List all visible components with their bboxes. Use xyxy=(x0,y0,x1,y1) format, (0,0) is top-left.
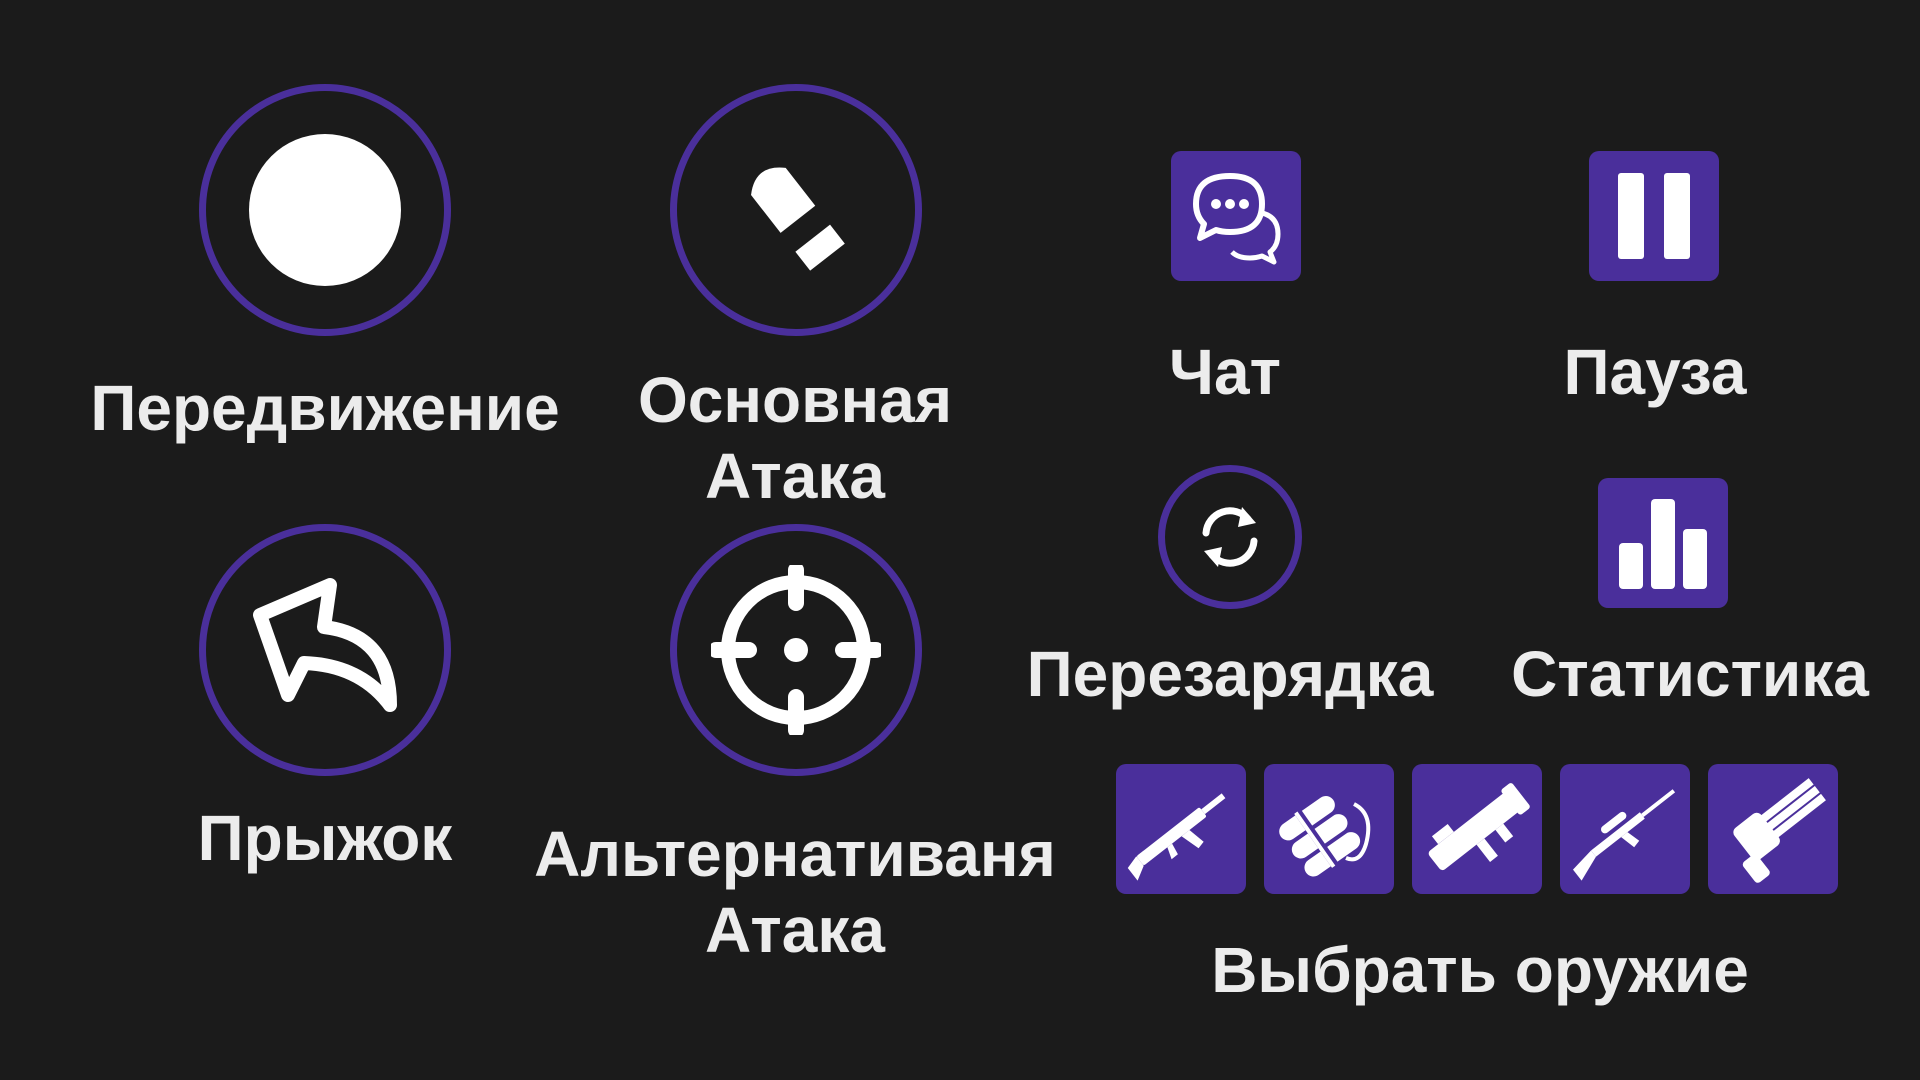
joystick-icon xyxy=(249,134,401,286)
chat-icon xyxy=(1193,173,1281,265)
jump-button[interactable] xyxy=(199,524,451,776)
assault-rifle-icon xyxy=(1127,793,1226,881)
stats-label: Статистика xyxy=(1511,638,1869,710)
weapon-slot-3[interactable] xyxy=(1412,764,1542,894)
alt-attack-label: Альтернативаня Атака xyxy=(534,818,1056,966)
weapons-label: Выбрать оружие xyxy=(1211,934,1749,1006)
reload-icon xyxy=(1202,507,1258,567)
pause-icon xyxy=(1618,173,1690,259)
reload-button[interactable] xyxy=(1158,465,1302,609)
arrow-back-icon xyxy=(253,578,397,712)
stats-button[interactable] xyxy=(1598,478,1728,608)
bar-chart-icon xyxy=(1619,499,1707,589)
weapon-slot-1[interactable] xyxy=(1116,764,1246,894)
pause-button[interactable] xyxy=(1589,151,1719,281)
movement-button[interactable] xyxy=(199,84,451,336)
sniper-rifle-icon xyxy=(1572,789,1676,881)
crosshair-icon xyxy=(711,565,881,735)
alt-attack-button[interactable] xyxy=(670,524,922,776)
weapon-slot-2[interactable] xyxy=(1264,764,1394,894)
primary-attack-label: Основная Атака xyxy=(637,364,953,512)
weapon-slot-5[interactable] xyxy=(1708,764,1838,894)
bullet-icon xyxy=(751,167,845,271)
pause-label: Пауза xyxy=(1563,336,1747,408)
minigun-icon xyxy=(1733,778,1826,883)
primary-attack-button[interactable] xyxy=(670,84,922,336)
chat-label: Чат xyxy=(1169,336,1281,408)
chat-button[interactable] xyxy=(1171,151,1301,281)
jump-label: Прыжок xyxy=(197,802,453,874)
weapon-slot-4[interactable] xyxy=(1560,764,1690,894)
movement-label: Передвижение xyxy=(90,372,560,444)
reload-label: Перезарядка xyxy=(1026,638,1434,710)
rocket-launcher-icon xyxy=(1428,783,1530,871)
dynamite-icon xyxy=(1279,796,1371,877)
